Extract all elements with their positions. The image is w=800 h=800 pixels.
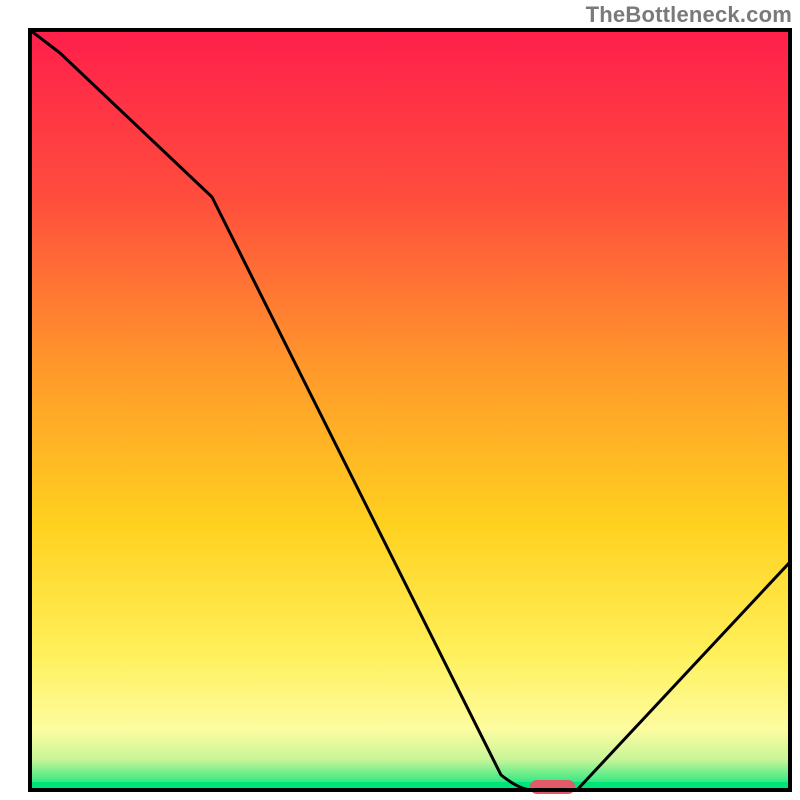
chart-svg	[0, 0, 800, 800]
watermark-text: TheBottleneck.com	[586, 2, 792, 28]
bottleneck-chart: TheBottleneck.com	[0, 0, 800, 800]
gradient-background	[30, 30, 790, 790]
